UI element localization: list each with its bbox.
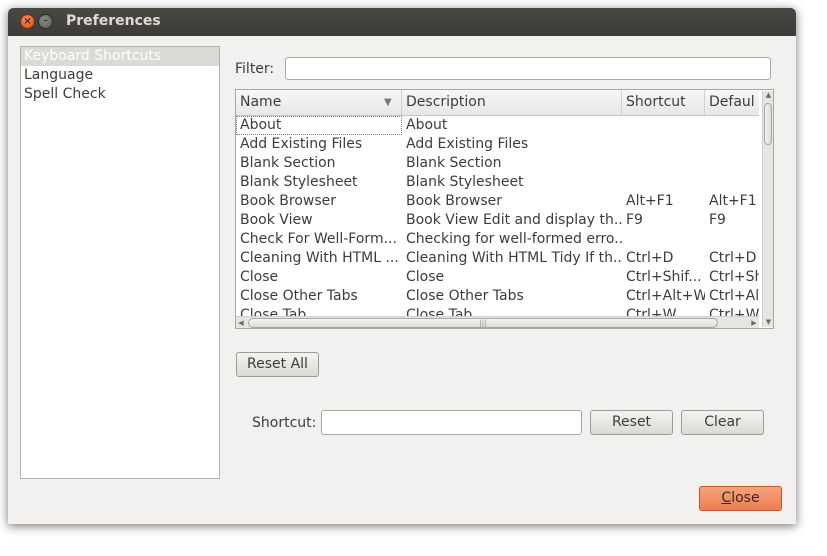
cell-name: About [236,116,402,135]
table-row[interactable]: Check For Well-Form... Checking for well-… [236,230,759,249]
table-row[interactable]: Book View Book View Edit and display th..… [236,211,759,230]
cell-default [705,116,759,135]
filter-input[interactable] [285,57,771,80]
cell-description: Book View Edit and display th... [406,212,622,228]
close-button-mnemonic: C [721,490,732,506]
cell-default [705,173,759,192]
cell-default: Ctrl+D [709,250,757,266]
shortcut-input[interactable] [321,410,582,435]
cell-shortcut [622,154,705,173]
category-list: Keyboard Shortcuts Language Spell Check [20,46,220,479]
cell-shortcut [622,135,705,154]
cell-description: Blank Stylesheet [406,174,524,190]
cell-shortcut [622,116,705,135]
category-item-keyboard-shortcuts[interactable]: Keyboard Shortcuts [21,47,219,66]
cell-name: Book Browser [240,193,337,209]
cell-default: F9 [709,212,726,228]
cell-default [705,230,759,249]
cell-description: Book Browser [406,193,503,209]
cell-name: Book View [240,212,313,228]
table-row[interactable]: Close Close Ctrl+Shif... Ctrl+Sh [236,268,759,287]
scroll-down-icon[interactable]: ▼ [763,318,773,327]
cell-description: Close Other Tabs [406,288,524,304]
shortcuts-table: Name ▼ Description Shortcut Defaul About… [235,89,774,329]
cell-name: Cleaning With HTML ... [240,250,399,266]
shortcut-label: Shortcut: [252,415,317,431]
table-row[interactable]: Book Browser Book Browser Alt+F1 Alt+F1 [236,192,759,211]
horizontal-scrollbar[interactable]: ◀ ||| ▶ [236,316,759,328]
clear-button[interactable]: Clear [681,410,764,435]
table-row[interactable]: Close Other Tabs Close Other Tabs Ctrl+Alt… [236,287,759,306]
column-header-description[interactable]: Description [402,90,622,115]
scroll-right-icon[interactable]: ▶ [749,317,759,328]
cell-description: Close [406,269,445,285]
column-header-name-label: Name [240,94,282,110]
window-minimize-icon[interactable]: – [38,14,53,29]
sort-descending-icon: ▼ [384,97,392,108]
cell-shortcut: Ctrl+Shif... [626,269,702,285]
table-row[interactable]: Blank Stylesheet Blank Stylesheet [236,173,759,192]
table-row[interactable]: Add Existing Files Add Existing Files [236,135,759,154]
close-button-label: lose [731,490,760,506]
table-header: Name ▼ Description Shortcut Defaul [236,90,759,116]
cell-default: Ctrl+Al [709,288,759,304]
window-close-icon[interactable]: × [20,14,35,29]
cell-shortcut [622,173,705,192]
cell-shortcut: F9 [626,212,643,228]
cell-default: Alt+F1 [709,193,757,209]
cell-shortcut: Alt+F1 [626,193,674,209]
column-header-shortcut[interactable]: Shortcut [622,90,705,115]
cell-description: Checking for well-formed erro... [406,231,622,247]
cell-description: Cleaning With HTML Tidy If th... [406,250,622,266]
window-title: Preferences [66,13,161,29]
column-header-name[interactable]: Name ▼ [236,90,402,115]
cell-name: Check For Well-Form... [240,231,397,247]
filter-label: Filter: [235,61,275,77]
title-bar[interactable]: × – Preferences [8,8,796,36]
cell-shortcut: Ctrl+D [626,250,674,266]
column-header-default[interactable]: Defaul [705,90,759,115]
cell-default [705,154,759,173]
cell-name: Add Existing Files [240,136,363,152]
cell-description: About [406,117,448,133]
category-item-spell-check[interactable]: Spell Check [21,85,219,104]
cell-name: Close Other Tabs [240,288,358,304]
reset-all-button[interactable]: Reset All [236,352,319,377]
vertical-scrollbar[interactable]: ▲ ▼ [762,91,773,327]
category-item-language[interactable]: Language [21,66,219,85]
cell-shortcut: Ctrl+Alt+W [626,288,705,304]
close-button[interactable]: Close [699,486,782,511]
cell-shortcut [622,230,705,249]
cell-name: Close [240,269,279,285]
table-row[interactable]: Blank Section Blank Section [236,154,759,173]
cell-default [705,135,759,154]
table-row[interactable]: Cleaning With HTML ... Cleaning With HTML… [236,249,759,268]
scroll-up-icon[interactable]: ▲ [763,91,773,100]
preferences-window: × – Preferences Keyboard Shortcuts Langu… [8,8,796,524]
cell-name: Blank Stylesheet [240,174,358,190]
cell-description: Blank Section [406,155,502,171]
cell-description: Add Existing Files [406,136,529,152]
table-row[interactable]: About About [236,116,759,135]
reset-button[interactable]: Reset [590,410,673,435]
cell-default: Ctrl+Sh [709,269,759,285]
scroll-left-icon[interactable]: ◀ [236,317,246,328]
horizontal-scroll-thumb[interactable]: ||| [248,318,718,328]
cell-name: Blank Section [240,155,336,171]
vertical-scroll-thumb[interactable] [764,103,772,145]
table-body: About About Add Existing Files Add Existing… [236,116,759,328]
